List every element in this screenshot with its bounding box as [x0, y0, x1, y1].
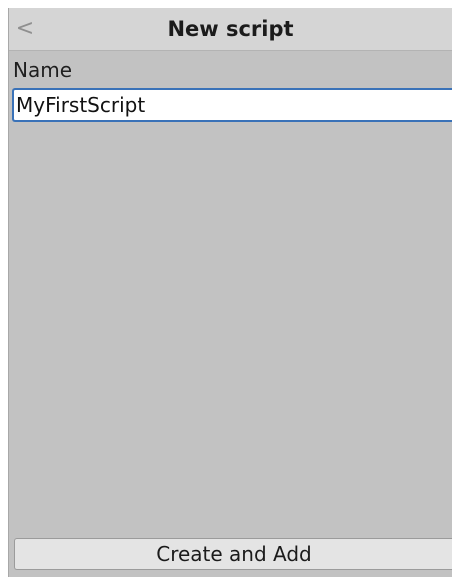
name-label: Name: [13, 58, 73, 82]
chevron-left-icon[interactable]: <: [13, 16, 37, 42]
create-and-add-button[interactable]: Create and Add: [14, 538, 452, 570]
script-name-input[interactable]: [12, 88, 452, 122]
panel-header: New script <: [9, 8, 452, 51]
panel-title: New script: [167, 17, 294, 41]
new-script-panel: New script < Name Create and Add: [8, 8, 452, 577]
